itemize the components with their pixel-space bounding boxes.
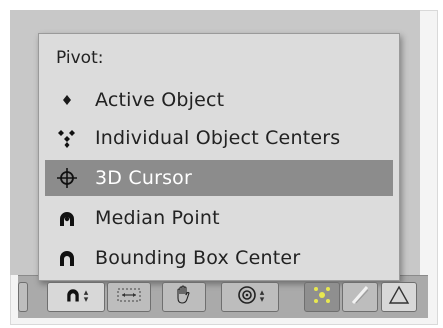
transform-orientation-button[interactable]	[107, 282, 151, 312]
menu-item-3d-cursor[interactable]: 3D Cursor	[45, 160, 393, 196]
menu-item-label: 3D Cursor	[95, 167, 193, 189]
menu-item-active-object[interactable]: Active Object	[45, 82, 393, 118]
manipulator-translate-icon	[349, 284, 371, 310]
proportional-edit-button[interactable]: ▴ ▾	[221, 282, 279, 312]
grab-hand-icon	[173, 284, 195, 310]
bounding-box-center-icon	[49, 247, 85, 269]
menu-item-label: Active Object	[95, 89, 225, 111]
active-object-icon	[49, 93, 85, 107]
dropdown-arrows-icon: ▴ ▾	[259, 288, 265, 305]
snap-icon	[312, 285, 332, 309]
median-point-icon	[49, 207, 85, 229]
pivot-point-icon	[64, 286, 82, 308]
menu-item-median-point[interactable]: Median Point	[45, 200, 393, 236]
dropdown-arrows-icon: ▴ ▾	[83, 288, 89, 305]
pivot-menu-title: Pivot:	[56, 48, 104, 68]
toolbar-edge	[18, 282, 28, 312]
manipulator-translate-button[interactable]	[342, 282, 378, 312]
menu-item-label: Individual Object Centers	[95, 127, 341, 149]
pivot-point-button[interactable]: ▴ ▾	[47, 282, 105, 312]
individual-centers-icon	[49, 127, 85, 149]
pivot-menu: Pivot: Active Object Individual Object C…	[38, 33, 400, 281]
grab-hand-button[interactable]	[162, 282, 206, 312]
manipulator-scale-button[interactable]	[381, 282, 417, 312]
manipulator-scale-icon	[388, 284, 410, 310]
menu-item-individual-centers[interactable]: Individual Object Centers	[45, 120, 393, 156]
menu-item-label: Median Point	[95, 207, 220, 229]
menu-item-bounding-box-center[interactable]: Bounding Box Center	[45, 240, 393, 276]
3d-cursor-icon	[49, 167, 85, 189]
snap-button[interactable]	[304, 282, 340, 312]
menu-item-label: Bounding Box Center	[95, 247, 301, 269]
proportional-edit-icon	[236, 284, 258, 310]
transform-orientation-icon	[116, 286, 142, 308]
